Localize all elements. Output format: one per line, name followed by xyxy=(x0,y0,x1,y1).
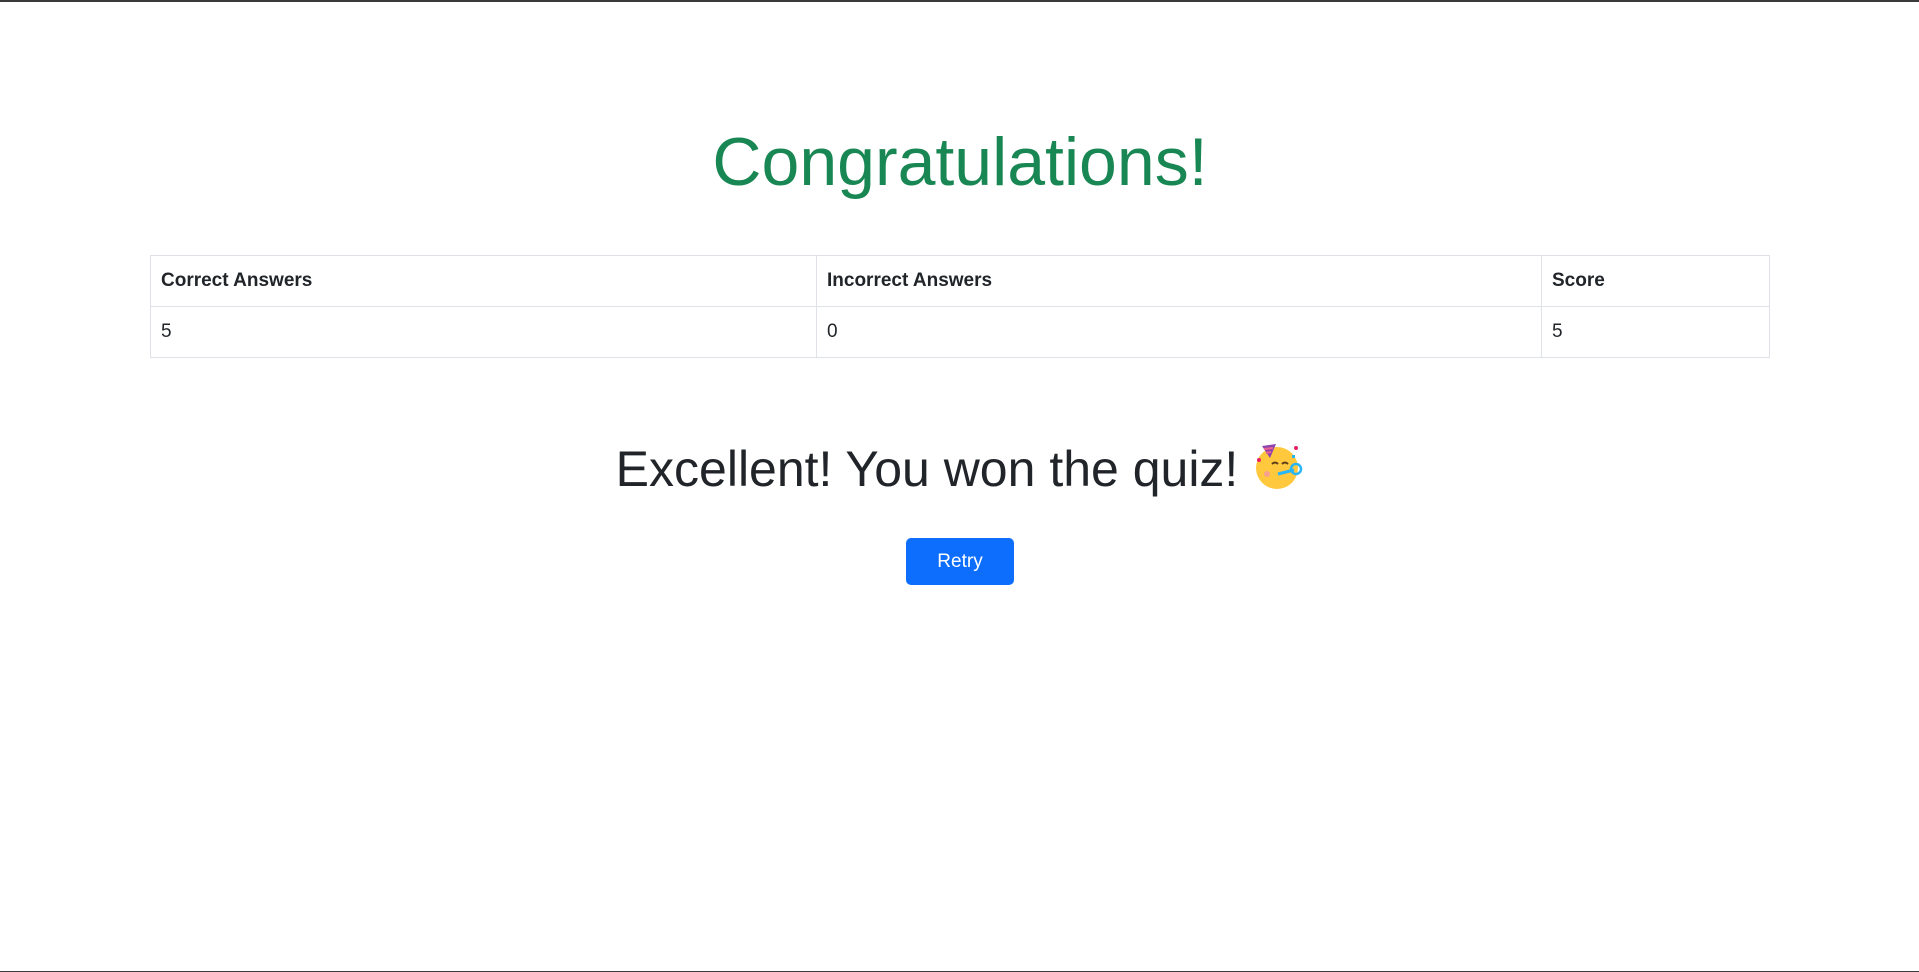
partying-face-icon xyxy=(1256,444,1303,489)
cell-correct-answers: 5 xyxy=(150,306,817,358)
table-row: 5 0 5 xyxy=(150,306,1770,358)
result-message-text: Excellent! You won the quiz! xyxy=(615,441,1239,497)
header-score: Score xyxy=(1541,255,1770,307)
table-header-row: Correct Answers Incorrect Answers Score xyxy=(150,255,1770,307)
results-table: Correct Answers Incorrect Answers Score … xyxy=(150,255,1770,358)
header-incorrect-answers: Incorrect Answers xyxy=(816,255,1542,307)
congratulations-title: Congratulations! xyxy=(712,124,1208,200)
retry-button[interactable]: Retry xyxy=(906,538,1014,585)
quiz-result-page: Congratulations! Correct Answers Incorre… xyxy=(0,0,1919,972)
header-correct-answers: Correct Answers xyxy=(150,255,817,307)
cell-score: 5 xyxy=(1541,306,1770,358)
cell-incorrect-answers: 0 xyxy=(816,306,1542,358)
result-message: Excellent! You won the quiz! xyxy=(150,437,1770,501)
